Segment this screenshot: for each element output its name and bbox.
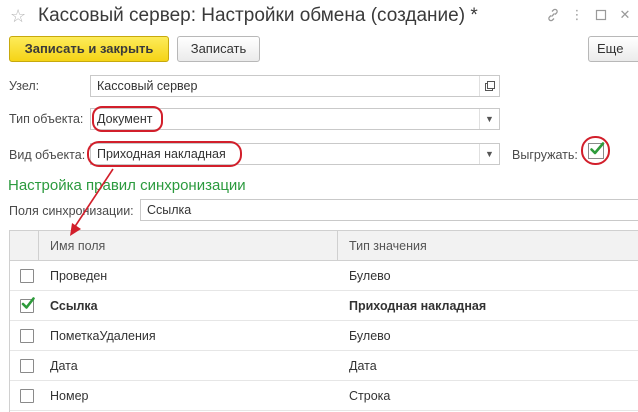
annotation-arrow	[70, 168, 114, 236]
